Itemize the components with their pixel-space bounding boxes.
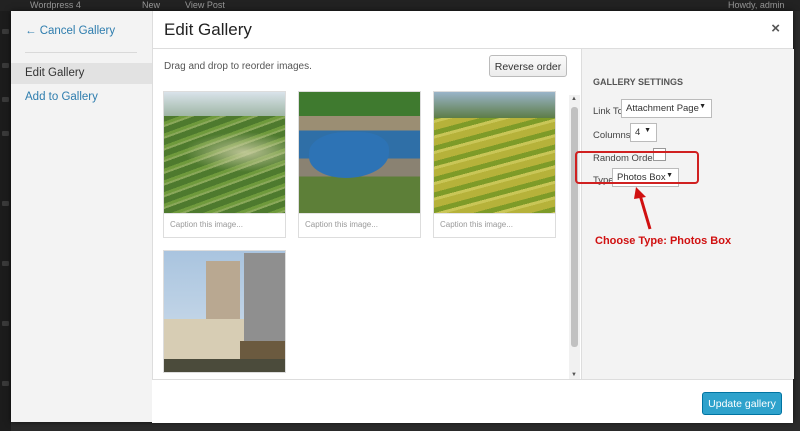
- chevron-down-icon: ▼: [699, 103, 706, 110]
- menu-item-label: Edit Gallery: [25, 67, 85, 79]
- scroll-up-icon[interactable]: ▲: [571, 96, 577, 102]
- link-to-value: Attachment Page: [626, 103, 699, 114]
- reverse-order-button[interactable]: Reverse order: [489, 55, 567, 77]
- media-menu: ← Cancel Gallery Edit Gallery Add to Gal…: [11, 11, 153, 422]
- settings-heading: GALLERY SETTINGS: [593, 77, 684, 87]
- scroll-down-icon[interactable]: ▼: [571, 372, 577, 378]
- menu-item-add-to-gallery[interactable]: Add to Gallery: [25, 91, 98, 103]
- columns-select[interactable]: 4 ▼: [630, 123, 657, 142]
- gallery-settings-panel: GALLERY SETTINGS Link To Attachment Page…: [581, 49, 794, 379]
- link-to-label: Link To: [593, 106, 623, 117]
- arrow-up-icon: [634, 187, 652, 230]
- gallery-item[interactable]: [163, 250, 286, 373]
- close-icon[interactable]: ×: [771, 20, 780, 37]
- admin-sidebar: [0, 11, 11, 431]
- annotation-text: Choose Type: Photos Box: [595, 235, 732, 247]
- caption-field[interactable]: Caption this image...: [434, 213, 555, 237]
- annotation-highlight-box: [575, 151, 699, 184]
- update-gallery-button[interactable]: Update gallery: [702, 392, 782, 415]
- edit-gallery-modal: ← Cancel Gallery Edit Gallery Add to Gal…: [11, 11, 794, 423]
- content-scrollbar[interactable]: ▲ ▼: [569, 95, 580, 379]
- menu-item-edit-gallery[interactable]: Edit Gallery: [11, 63, 152, 84]
- image-city-building[interactable]: [164, 251, 285, 372]
- image-coastal-town[interactable]: [299, 92, 420, 213]
- admin-view-post[interactable]: View Post: [185, 0, 225, 11]
- chevron-down-icon: ▼: [644, 127, 651, 134]
- columns-label: Columns: [593, 130, 631, 141]
- gallery-item[interactable]: Caption this image...: [163, 91, 286, 238]
- admin-bar: Wordpress 4 New View Post Howdy, admin: [0, 0, 800, 11]
- gallery-content: Drag and drop to reorder images. Reverse…: [152, 49, 581, 379]
- scroll-thumb[interactable]: [571, 107, 578, 347]
- image-green-terraces[interactable]: [434, 92, 555, 213]
- caption-field[interactable]: Caption this image...: [299, 213, 420, 237]
- gallery-item[interactable]: Caption this image...: [433, 91, 556, 238]
- modal-footer: Update gallery: [152, 379, 793, 423]
- image-rice-terraces[interactable]: [164, 92, 285, 213]
- menu-separator: [25, 52, 137, 53]
- admin-howdy[interactable]: Howdy, admin: [728, 0, 784, 11]
- cancel-gallery-link[interactable]: ← Cancel Gallery: [25, 25, 115, 37]
- modal-title-bar: Edit Gallery: [152, 11, 793, 49]
- admin-new[interactable]: New: [142, 0, 160, 11]
- modal-title: Edit Gallery: [164, 20, 252, 39]
- reorder-hint: Drag and drop to reorder images.: [164, 61, 312, 72]
- columns-value: 4: [635, 127, 641, 138]
- admin-site-name[interactable]: Wordpress 4: [30, 0, 81, 11]
- caption-field[interactable]: Caption this image...: [164, 213, 285, 237]
- gallery-item[interactable]: Caption this image...: [298, 91, 421, 238]
- link-to-select[interactable]: Attachment Page ▼: [621, 99, 712, 118]
